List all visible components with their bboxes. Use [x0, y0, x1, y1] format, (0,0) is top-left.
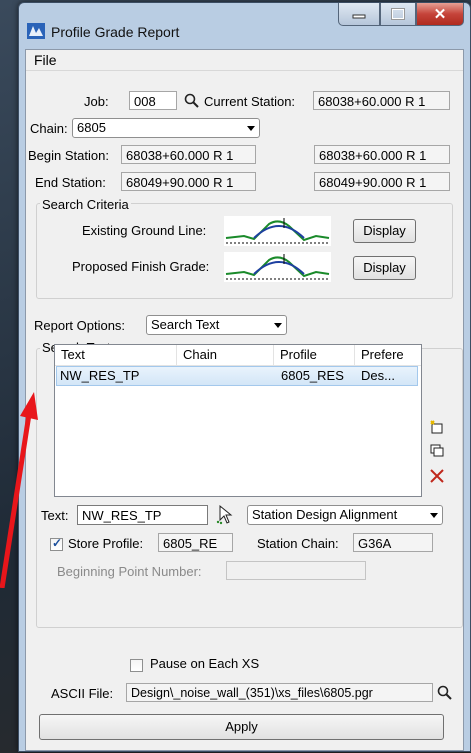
- title-bar[interactable]: Profile Grade Report ✕: [19, 3, 470, 49]
- maximize-button[interactable]: [380, 3, 416, 26]
- store-profile-checkbox[interactable]: ✓: [50, 536, 63, 551]
- store-profile-label: Store Profile:: [68, 536, 144, 551]
- alignment-dropdown[interactable]: Station Design Alignment: [247, 505, 443, 525]
- app-icon: [27, 23, 45, 39]
- end-station-label: End Station:: [35, 175, 106, 190]
- delete-row-icon[interactable]: [429, 468, 445, 484]
- chevron-down-icon: [247, 126, 255, 131]
- close-button[interactable]: ✕: [416, 3, 464, 26]
- ascii-file-label: ASCII File:: [51, 686, 114, 701]
- end-station-field-2: 68049+90.000 R 1: [314, 172, 450, 191]
- window-title: Profile Grade Report: [51, 24, 180, 40]
- window-controls: ✕: [338, 3, 464, 27]
- close-icon: ✕: [433, 6, 447, 23]
- table-row[interactable]: NW_RES_TP 6805_RES Des...: [56, 366, 418, 386]
- search-icon[interactable]: [184, 93, 200, 109]
- text-field[interactable]: NW_RES_TP: [77, 505, 208, 525]
- minimize-button[interactable]: [338, 3, 380, 26]
- minimize-icon: [352, 14, 366, 19]
- column-header-text[interactable]: Text: [55, 345, 177, 365]
- pointer-select-icon[interactable]: [215, 503, 237, 525]
- report-options-dropdown[interactable]: Search Text: [146, 315, 287, 335]
- proposed-finish-grade-label: Proposed Finish Grade:: [72, 259, 210, 274]
- search-criteria-title: Search Criteria: [40, 197, 131, 212]
- column-header-profile[interactable]: Profile: [274, 345, 355, 365]
- current-station-field: 68038+60.000 R 1: [313, 91, 450, 110]
- menu-bar: File: [26, 50, 463, 71]
- ascii-file-field[interactable]: Design\_noise_wall_(351)\xs_files\6805.p…: [126, 683, 433, 702]
- menu-file[interactable]: File: [34, 52, 57, 68]
- chain-label: Chain:: [30, 121, 68, 136]
- store-profile-field[interactable]: 6805_RE: [158, 533, 233, 552]
- display-proposed-button[interactable]: Display: [353, 256, 416, 280]
- row-preference: Des...: [361, 368, 395, 383]
- profile-grade-report-window: Profile Grade Report ✕ File Job: 008 Cur…: [18, 2, 471, 752]
- begin-station-field: 68038+60.000 R 1: [121, 145, 256, 164]
- station-chain-label: Station Chain:: [257, 536, 339, 551]
- chevron-down-icon: [274, 323, 282, 328]
- text-label: Text:: [41, 508, 69, 523]
- pause-label: Pause on Each XS: [150, 656, 260, 671]
- current-station-label: Current Station:: [204, 94, 296, 109]
- search-text-list[interactable]: Text Chain Profile Prefere NW_RES_TP 680…: [54, 344, 422, 497]
- checkmark-icon: ✓: [52, 536, 63, 550]
- chain-value: 6805: [77, 120, 106, 135]
- report-options-value: Search Text: [151, 317, 220, 332]
- search-icon[interactable]: [437, 685, 453, 701]
- list-header: Text Chain Profile Prefere: [55, 345, 421, 366]
- annotation-arrow-icon: [0, 392, 38, 588]
- alignment-value: Station Design Alignment: [252, 507, 398, 522]
- existing-ground-line-label: Existing Ground Line:: [82, 223, 207, 238]
- chevron-down-icon: [430, 513, 438, 518]
- job-field[interactable]: 008: [129, 91, 177, 110]
- end-station-field: 68049+90.000 R 1: [121, 172, 256, 191]
- pause-checkbox[interactable]: [130, 659, 143, 672]
- apply-button[interactable]: Apply: [39, 714, 444, 740]
- beginning-point-number-label: Beginning Point Number:: [57, 564, 202, 579]
- begin-station-field-2: 68038+60.000 R 1: [314, 145, 450, 164]
- begin-station-label: Begin Station:: [28, 148, 109, 163]
- beginning-point-number-field: [226, 561, 366, 580]
- display-existing-button[interactable]: Display: [353, 219, 416, 243]
- column-header-preference[interactable]: Prefere: [355, 345, 419, 365]
- existing-ground-line-icon: [224, 216, 331, 246]
- maximize-icon: [391, 8, 405, 20]
- add-row-icon[interactable]: [429, 419, 445, 435]
- report-options-label: Report Options:: [34, 318, 126, 333]
- row-text: NW_RES_TP: [60, 368, 140, 383]
- row-profile: 6805_RES: [281, 368, 344, 383]
- station-chain-field[interactable]: G36A: [353, 533, 433, 552]
- proposed-finish-grade-icon: [224, 252, 331, 282]
- chain-dropdown[interactable]: 6805: [72, 118, 260, 138]
- column-header-chain[interactable]: Chain: [177, 345, 274, 365]
- job-label: Job:: [84, 94, 109, 109]
- copy-row-icon[interactable]: [429, 443, 445, 459]
